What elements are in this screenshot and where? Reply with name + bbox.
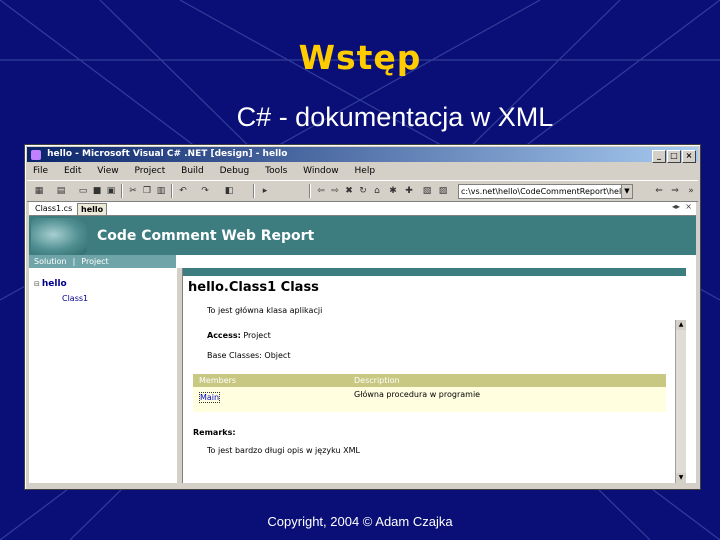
tab-close-icon[interactable]: × — [685, 202, 692, 211]
paste-icon[interactable]: ▥ — [155, 185, 167, 197]
menu-edit[interactable]: Edit — [64, 166, 81, 176]
cut-icon[interactable]: ✂ — [127, 185, 139, 197]
menu-view[interactable]: View — [97, 166, 118, 176]
access-value: Project — [243, 331, 271, 340]
class-summary: To jest główna klasa aplikacji — [207, 306, 323, 315]
slide-subtitle: C# - dokumentacja w XML — [236, 102, 554, 132]
save-icon[interactable]: ■ — [91, 185, 103, 197]
tree-expand-icon[interactable]: ⊟ — [34, 280, 40, 288]
new-project-icon[interactable]: ▦ — [33, 185, 45, 197]
menubar: File Edit View Project Build Debug Tools… — [27, 164, 698, 179]
add-item-icon[interactable]: ▤ — [55, 185, 67, 197]
app-icon — [31, 149, 41, 160]
window-title: hello - Microsoft Visual C# .NET [design… — [47, 149, 288, 159]
vertical-scrollbar[interactable]: ▲ ▼ — [675, 320, 686, 483]
copy-icon[interactable]: ❐ — [141, 185, 153, 197]
go-back-icon[interactable]: ⇐ — [653, 185, 665, 197]
toolbar-menu-icon[interactable]: » — [685, 185, 697, 197]
open-file-icon[interactable]: ▭ — [77, 185, 89, 197]
description-column-header: Description — [354, 376, 400, 385]
tab-class1-cs[interactable]: Class1.cs — [32, 203, 75, 214]
member-link-main[interactable]: Main — [199, 392, 221, 403]
navigate-icon[interactable]: ◧ — [223, 185, 235, 197]
remarks-label: Remarks: — [193, 428, 236, 437]
members-table: Members Description Main Główna procedur… — [193, 374, 666, 412]
slide-footer: Copyright, 2004 © Adam Czajka — [267, 514, 453, 529]
report-header: Code Comment Web Report — [29, 216, 696, 255]
tab-scroll-icon[interactable]: ◂▸ — [672, 202, 680, 211]
nav-project-link[interactable]: Project — [81, 257, 108, 266]
window-titlebar[interactable]: hello - Microsoft Visual C# .NET [design… — [27, 147, 698, 164]
report-logo-icon — [31, 218, 87, 255]
class-title: hello.Class1 Class — [188, 280, 319, 295]
report-title: Code Comment Web Report — [97, 228, 315, 244]
document-tabs: Class1.cs hello ◂▸ × — [29, 202, 696, 216]
report-tree: ⊟ hello Class1 — [29, 268, 178, 483]
base-classes-label: Base Classes: — [207, 351, 262, 360]
menu-project[interactable]: Project — [134, 166, 165, 176]
minimize-button[interactable]: _ — [652, 150, 666, 163]
redo-icon[interactable]: ↷ — [199, 185, 211, 197]
members-column-header: Members — [199, 376, 237, 385]
save-all-icon[interactable]: ▣ — [105, 185, 117, 197]
back-arrow-icon[interactable]: ⇦ — [315, 185, 327, 197]
base-classes-info: Base Classes: Object — [207, 351, 290, 360]
url-field[interactable]: c:\vs.net\hello\CodeCommentReport\hello — [458, 184, 622, 199]
remarks-text: To jest bardzo długi opis w języku XML — [207, 446, 360, 455]
window-controls: _ □ × — [651, 149, 696, 164]
refresh-icon[interactable]: ↻ — [357, 185, 369, 197]
url-dropdown-icon[interactable]: ▼ — [621, 184, 633, 199]
menu-debug[interactable]: Debug — [220, 166, 250, 176]
home-icon[interactable]: ⌂ — [371, 185, 383, 197]
access-label: Access: — [207, 331, 241, 340]
menu-help[interactable]: Help — [355, 166, 376, 176]
member-description: Główna procedura w programie — [354, 390, 481, 399]
undo-icon[interactable]: ↶ — [177, 185, 189, 197]
nav-solution-link[interactable]: Solution — [34, 257, 67, 266]
menu-tools[interactable]: Tools — [265, 166, 287, 176]
menu-file[interactable]: File — [33, 166, 48, 176]
tree-root-label[interactable]: hello — [42, 279, 67, 289]
nav-separator: | — [72, 257, 76, 266]
tab-hello[interactable]: hello — [77, 203, 108, 216]
page-icon[interactable]: ▧ — [421, 185, 433, 197]
favorites-icon[interactable]: ✚ — [403, 185, 415, 197]
tree-item-class1[interactable]: Class1 — [62, 294, 88, 303]
scroll-down-icon[interactable]: ▼ — [676, 473, 686, 483]
image-icon[interactable]: ▨ — [437, 185, 449, 197]
report-content: hello.Class1 Class To jest główna klasa … — [183, 268, 686, 483]
toolbar: ▦ ▤ ▭ ■ ▣ ✂ ❐ ▥ ↶ ↷ ◧ ▸ ⇦ ⇨ ✖ ↻ ⌂ ✱ ✚ ▧ … — [27, 180, 698, 202]
menu-build[interactable]: Build — [181, 166, 204, 176]
menu-window[interactable]: Window — [303, 166, 339, 176]
members-table-header: Members Description — [193, 374, 666, 387]
forward-arrow-icon[interactable]: ⇨ — [329, 185, 341, 197]
tree-item-hello[interactable]: ⊟ hello — [34, 279, 67, 289]
go-forward-icon[interactable]: ⇒ — [669, 185, 681, 197]
maximize-button[interactable]: □ — [667, 150, 681, 163]
base-classes-value: Object — [264, 351, 291, 360]
settings-icon[interactable]: ✱ — [387, 185, 399, 197]
report-nav: Solution | Project — [29, 255, 176, 268]
slide-title: Wstęp — [298, 38, 422, 77]
vs-window: hello - Microsoft Visual C# .NET [design… — [24, 144, 701, 490]
start-icon[interactable]: ▸ — [259, 185, 271, 197]
code-comment-report: Code Comment Web Report Solution | Project… — [29, 216, 696, 483]
stop-icon[interactable]: ✖ — [343, 185, 355, 197]
scroll-up-icon[interactable]: ▲ — [676, 320, 686, 330]
access-info: Access: Project — [207, 331, 271, 340]
close-button[interactable]: × — [682, 150, 696, 163]
